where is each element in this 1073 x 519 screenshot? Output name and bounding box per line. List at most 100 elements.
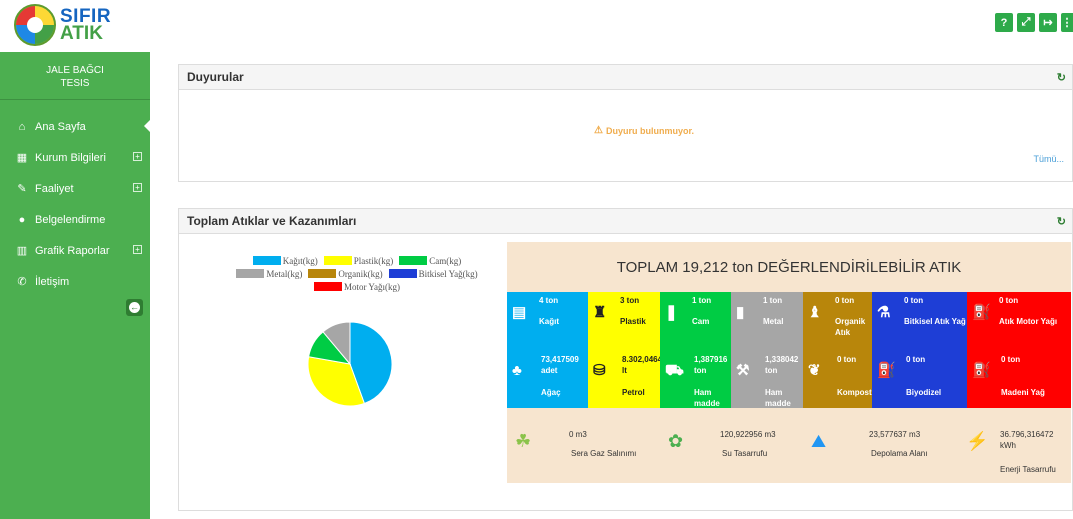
waste-amount: 0 ton: [835, 296, 855, 305]
bar-chart-icon: ▥: [16, 245, 28, 257]
sidebar-item-iletisim[interactable]: ✆ İletişim: [0, 266, 150, 297]
waste-amount: 1 ton: [763, 296, 783, 305]
savings-item: ✿ 120,922956 m3 Su Tasarrufu: [660, 422, 803, 483]
gain-cell: ⚒ 1,338042 ton Ham madde: [731, 350, 803, 408]
stats-headline: TOPLAM 19,212 ton DEĞERLENDİRİLEBİLİR AT…: [616, 258, 962, 276]
sidebar-item-label: Belgelendirme: [35, 213, 106, 226]
waste-cell: ▮ 1 ton Metal: [731, 292, 803, 350]
more-button[interactable]: ⋮: [1061, 13, 1073, 32]
top-actions: ? ⤢ ↦ ⋮: [995, 13, 1073, 32]
gain-amount: 73,417509: [541, 355, 579, 364]
help-button[interactable]: ?: [995, 13, 1013, 32]
home-icon: ⌂: [18, 120, 26, 133]
sidebar-item-belgelendirme[interactable]: ● Belgelendirme: [0, 204, 150, 235]
panel-header: Duyurular ↻: [179, 65, 1072, 90]
logout-icon: ↦: [1043, 17, 1053, 29]
sidebar-item-label: İletişim: [35, 275, 70, 288]
waste-amount: 3 ton: [620, 296, 640, 305]
sidebar-item-label: Ana Sayfa: [35, 120, 86, 133]
gain-amount: 8.302,0464: [622, 355, 663, 364]
gain-cell: ❦ 0 ton Kompost: [803, 350, 872, 408]
waste-name: Metal: [763, 317, 784, 326]
legend-item[interactable]: Bitkisel Yağ(kg): [388, 269, 478, 279]
waste-cell: ❚ 1 ton Cam: [660, 292, 731, 350]
gain-amount: 0 ton: [837, 355, 857, 364]
gain-amount: 1,387916: [694, 355, 728, 364]
phone-icon: ✆: [17, 276, 27, 288]
expand-icon[interactable]: +: [133, 183, 142, 192]
savings-name: Su Tasarrufu: [722, 449, 768, 458]
glass-bottle-icon: ❚: [665, 304, 678, 321]
empty-message-text: Duyuru bulunmuyor.: [605, 125, 694, 136]
refresh-icon[interactable]: ↻: [1057, 71, 1066, 84]
user-info: JALE BAĞCI TESIS: [0, 52, 150, 100]
more-icon: ⋮: [1061, 17, 1073, 29]
refresh-icon[interactable]: ↻: [1057, 215, 1066, 228]
waste-cell: ⛽ 0 ton Atık Motor Yağı: [967, 292, 1071, 350]
sidebar-menu: ⌂ Ana Sayfa ▦ Kurum Bilgileri + ✎ Faaliy…: [0, 111, 150, 297]
gain-cell: ⛽ 0 ton Madeni Yağ: [967, 350, 1071, 408]
user-name: JALE BAĞCI: [46, 65, 104, 76]
view-all-link[interactable]: Tümü...: [1033, 154, 1064, 164]
gain-cell: ⛟ 1,387916 ton Ham madde: [660, 350, 731, 408]
sidebar-item-kurum-bilgileri[interactable]: ▦ Kurum Bilgileri +: [0, 142, 150, 173]
waste-name: Cam: [692, 317, 710, 326]
gain-name: Ham madde: [694, 388, 720, 408]
legend-item[interactable]: Motor Yağı(kg): [313, 282, 400, 292]
savings-amount: 23,577637 m3: [869, 430, 921, 439]
panel-title: Duyurular: [187, 70, 244, 84]
waste-name: Bitkisel Atık Yağ: [904, 317, 966, 326]
announcements-panel: Duyurular ↻ ⚠ Duyuru bulunmuyor. Tümü...: [178, 64, 1073, 182]
gain-name: Petrol: [622, 388, 645, 397]
gain-cell: ⛁ 8.302,0464 lt Petrol: [588, 350, 663, 408]
sidebar-item-grafik-raporlar[interactable]: ▥ Grafik Raporlar +: [0, 235, 150, 266]
sidebar-item-ana-sayfa[interactable]: ⌂ Ana Sayfa: [0, 111, 150, 142]
landfill-icon: ⛰: [811, 431, 827, 451]
savings-name: Enerji Tasarrufu: [1000, 465, 1056, 474]
sidebar-item-label: Kurum Bilgileri: [35, 151, 106, 164]
gain-unit: ton: [765, 366, 778, 375]
expand-icon[interactable]: +: [133, 152, 142, 161]
legend-item[interactable]: Metal(kg): [236, 269, 302, 279]
arrow-left-icon: ←: [129, 302, 140, 313]
logout-button[interactable]: ↦: [1039, 13, 1057, 32]
warning-icon: ⚠: [594, 125, 603, 136]
sprout-icon: ❦: [808, 362, 821, 379]
legend-item[interactable]: Cam(kg): [399, 256, 461, 266]
sidebar-item-label: Grafik Raporlar: [35, 244, 110, 257]
gain-amount: 0 ton: [1001, 355, 1021, 364]
legend-item[interactable]: Organik(kg): [308, 269, 383, 279]
waste-cell: ⚗ 0 ton Bitkisel Atık Yağ: [872, 292, 967, 350]
oil-barrel-icon: ⛁: [593, 362, 606, 379]
waste-cell: ♝ 0 ton Organik Atık: [803, 292, 872, 350]
waste-amount: 1 ton: [692, 296, 712, 305]
fuel-pump-icon: ⛽: [877, 362, 896, 379]
logo-icon: [14, 4, 56, 46]
waste-pie-chart: [307, 321, 393, 407]
waste-name: Kağıt: [539, 317, 559, 326]
waste-amount: 0 ton: [999, 296, 1019, 305]
fullscreen-button[interactable]: ⤢: [1017, 13, 1035, 32]
savings-row: ☘ 0 m3 Sera Gaz Salınımı ✿ 120,922956 m3 Su T…: [507, 422, 1071, 483]
sidebar: JALE BAĞCI TESIS ⌂ Ana Sayfa ▦ Kurum Bil…: [0, 52, 150, 519]
savings-name: Sera Gaz Salınımı: [571, 449, 637, 458]
plug-icon: ⚡: [966, 431, 989, 451]
sidebar-item-faaliyet[interactable]: ✎ Faaliyet +: [0, 173, 150, 204]
logo-line-2: ATIK: [60, 23, 103, 44]
expand-icon[interactable]: +: [133, 245, 142, 254]
gain-amount: 0 ton: [906, 355, 926, 364]
main-content: Duyurular ↻ ⚠ Duyuru bulunmuyor. Tümü...…: [162, 52, 1073, 519]
logo[interactable]: SIFIR ATIK: [14, 3, 111, 47]
stats-grid: ▤ 4 ton Kağıt ♜ 3 ton Plastik ❚ 1 ton Cam ▮ 1 ton M…: [507, 292, 1071, 408]
empty-message: ⚠ Duyuru bulunmuyor.: [594, 125, 694, 136]
legend-item[interactable]: Plastik(kg): [323, 256, 393, 266]
logo-text: SIFIR ATIK: [60, 7, 111, 44]
savings-item: ⚡ 36.796,316472 kWh Enerji Tasarrufu: [958, 422, 1071, 483]
savings-amount: 36.796,316472: [1000, 430, 1054, 439]
gain-unit: ton: [694, 366, 707, 375]
user-role: TESIS: [60, 78, 90, 89]
fullscreen-icon: ⤢: [1021, 16, 1031, 28]
top-bar: SIFIR ATIK ? ⤢ ↦ ⋮: [0, 0, 1073, 52]
legend-item[interactable]: Kağıt(kg): [252, 256, 318, 266]
sidebar-collapse-button[interactable]: ←: [126, 299, 143, 316]
